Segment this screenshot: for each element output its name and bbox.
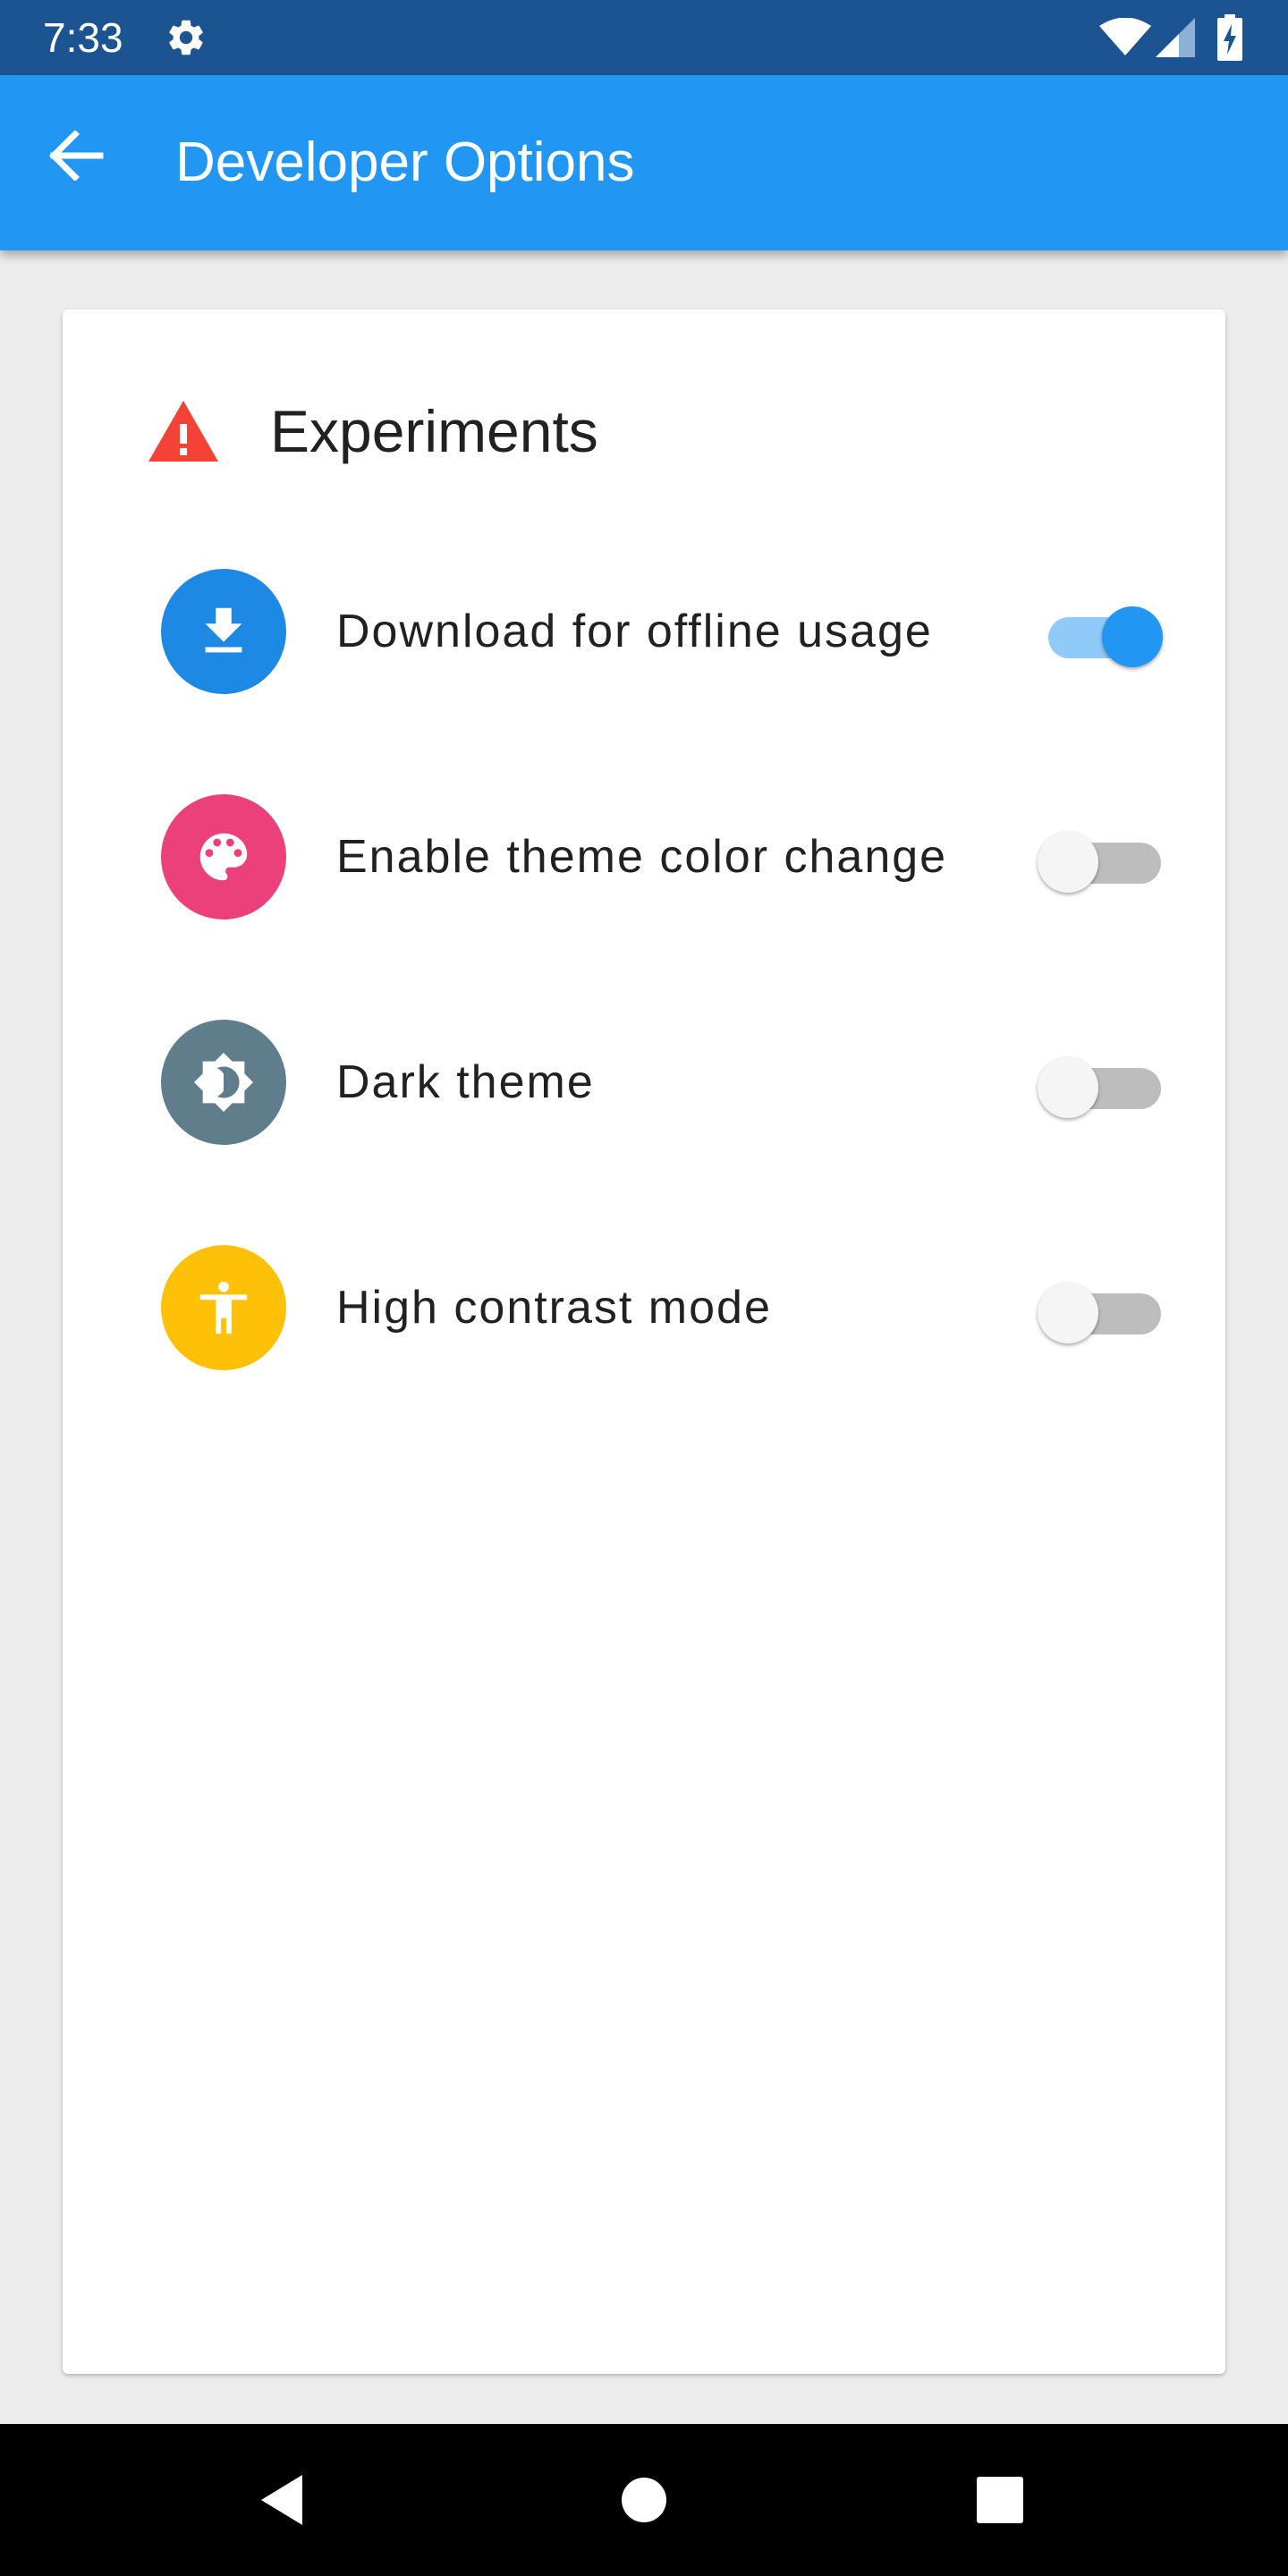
nav-back-button[interactable]: [249, 2464, 320, 2536]
system-nav-bar: [0, 2424, 1288, 2576]
theme-color-change-switch[interactable]: [1038, 816, 1163, 898]
section-title: Experiments: [270, 398, 598, 464]
gear-icon: [165, 16, 208, 59]
switch-thumb: [1038, 832, 1098, 893]
page-title: Developer Options: [175, 131, 635, 193]
download-offline-switch[interactable]: [1038, 590, 1163, 673]
setting-label: Enable theme color change: [336, 831, 948, 883]
battery-charging-icon: [1216, 14, 1243, 61]
dark-theme-switch[interactable]: [1038, 1041, 1163, 1123]
setting-label: Download for offline usage: [336, 606, 933, 657]
setting-label: Dark theme: [336, 1056, 595, 1108]
cellular-signal-icon: [1156, 18, 1195, 57]
nav-recents-button[interactable]: [964, 2464, 1036, 2536]
nav-home-button[interactable]: [608, 2464, 680, 2536]
arrow-left-icon: [49, 131, 104, 181]
settings-card: Experiments Download for offline usage E…: [63, 309, 1225, 2374]
screen: 7:33 Developer Options Experiments Downl…: [0, 0, 1288, 2576]
setting-row-theme-color-change[interactable]: Enable theme color change: [63, 767, 1225, 946]
status-bar: 7:33: [0, 0, 1288, 75]
status-time: 7:33: [43, 14, 123, 61]
back-triangle-icon: [261, 2475, 302, 2525]
high-contrast-switch[interactable]: [1038, 1267, 1163, 1349]
recents-square-icon: [977, 2477, 1023, 2523]
wifi-icon: [1098, 17, 1152, 57]
back-button[interactable]: [32, 111, 118, 197]
warning-icon: [147, 399, 220, 463]
switch-thumb: [1038, 1283, 1098, 1343]
accessibility-icon: [161, 1245, 286, 1370]
brightness-contrast-icon: [161, 1020, 286, 1145]
setting-row-dark-theme[interactable]: Dark theme: [63, 993, 1225, 1172]
download-icon: [161, 569, 286, 694]
setting-label: High contrast mode: [336, 1282, 772, 1334]
home-circle-icon: [622, 2478, 666, 2522]
setting-row-high-contrast[interactable]: High contrast mode: [63, 1218, 1225, 1397]
app-bar: Developer Options: [0, 75, 1288, 250]
switch-thumb: [1038, 1057, 1098, 1118]
palette-icon: [161, 794, 286, 919]
section-header: Experiments: [63, 309, 1225, 464]
switch-thumb: [1102, 606, 1163, 667]
setting-row-download-offline[interactable]: Download for offline usage: [63, 542, 1225, 721]
